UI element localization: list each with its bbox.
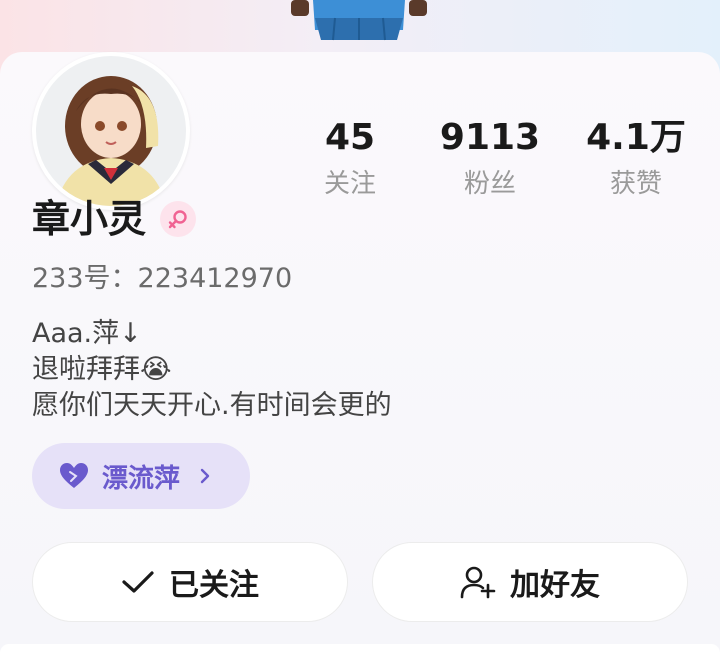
followed-label: 已关注 xyxy=(169,568,259,603)
cover-figure xyxy=(285,0,445,48)
next-section-edge xyxy=(0,644,720,653)
drift-tag-button[interactable]: 漂流萍 xyxy=(32,443,250,509)
user-bio: Aaa.萍↓ 退啦拜拜😭 愿你们天天开心.有时间会更的 xyxy=(32,318,392,421)
stat-label: 关注 xyxy=(323,169,376,199)
add-friend-button[interactable]: 加好友 xyxy=(372,542,688,622)
stat-value: 45 xyxy=(324,117,376,158)
tag-label: 漂流萍 xyxy=(102,463,181,494)
user-name: 章小灵 xyxy=(32,197,147,241)
add-user-icon xyxy=(460,566,496,599)
heart-icon xyxy=(60,463,88,488)
stat-likes[interactable]: 4.1万 获赞 xyxy=(566,116,706,202)
user-id: 233号：223412970 xyxy=(32,263,293,294)
followed-button[interactable]: 已关注 xyxy=(32,542,348,622)
add-friend-label: 加好友 xyxy=(510,568,600,603)
name-row: 章小灵 xyxy=(32,196,197,242)
stat-followers[interactable]: 9113 粉丝 xyxy=(420,116,560,202)
stat-value: 4.1万 xyxy=(586,117,686,158)
stat-value: 9113 xyxy=(439,117,541,158)
female-icon xyxy=(160,201,197,237)
chevron-right-icon xyxy=(200,468,210,484)
stat-label: 获赞 xyxy=(609,169,662,199)
check-icon xyxy=(122,571,154,593)
stat-following[interactable]: 45 关注 xyxy=(280,116,420,202)
stat-label: 粉丝 xyxy=(463,169,516,199)
